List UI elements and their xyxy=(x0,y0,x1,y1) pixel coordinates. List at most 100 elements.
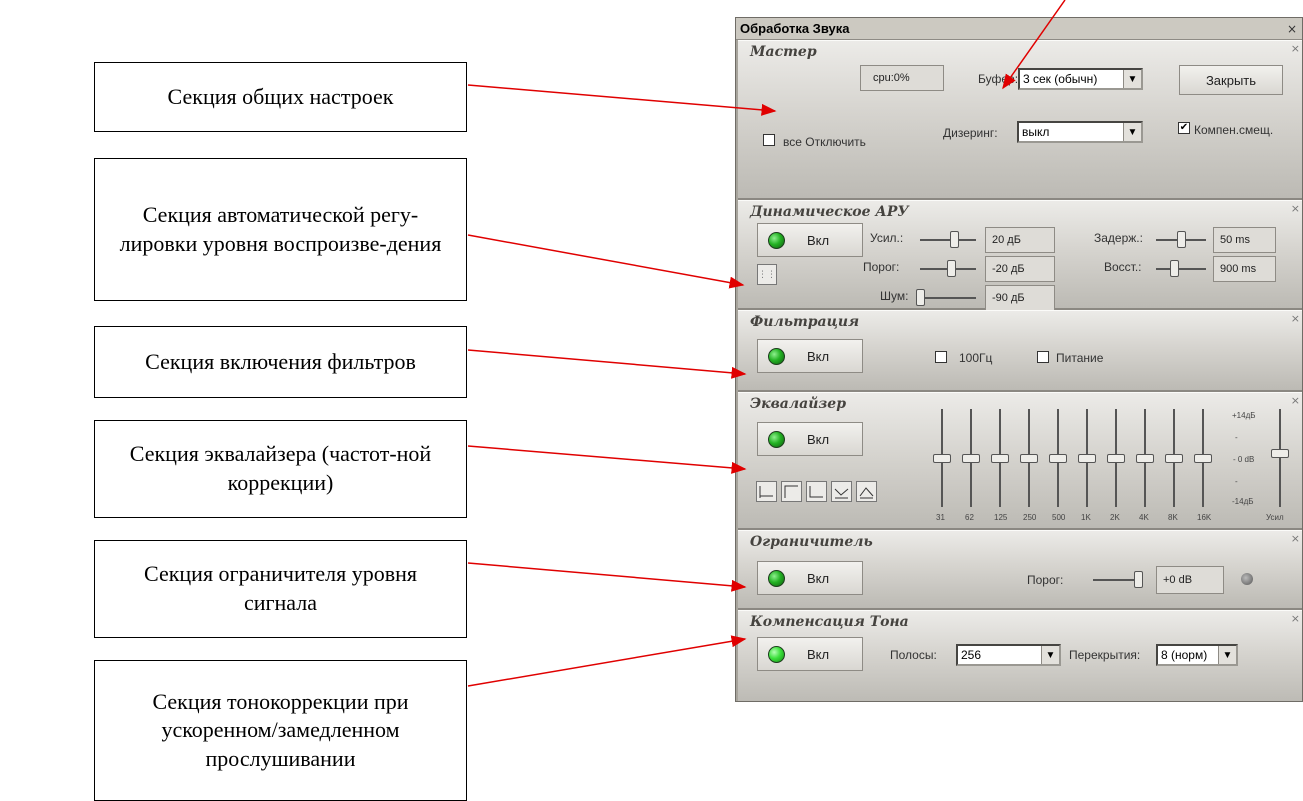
agc-gain-value: 20 дБ xyxy=(985,227,1055,253)
chevron-down-icon[interactable]: ▼ xyxy=(1123,70,1141,88)
agc-recovery-label: Восст.: xyxy=(1104,260,1142,274)
tone-bands-select[interactable]: 256 ▼ xyxy=(956,644,1061,666)
master-section-close-icon[interactable]: × xyxy=(1291,42,1300,55)
arrow-general xyxy=(467,84,777,116)
section-equalizer: Эквалайзер × Вкл 31 62 125 250 500 1K 2K 4K 8K 16… xyxy=(738,392,1302,530)
eq-preset-flat-icon[interactable] xyxy=(756,481,777,502)
filters-on-button[interactable]: Вкл xyxy=(757,339,863,373)
filter-100hz-checkbox[interactable] xyxy=(935,351,947,363)
filter-100hz-label: 100Гц xyxy=(959,351,993,365)
eq-preset-low-icon[interactable] xyxy=(806,481,827,502)
close-button[interactable]: Закрыть xyxy=(1179,65,1283,95)
eq-gain-slider[interactable] xyxy=(1271,449,1289,459)
annotation-general-settings-text: Секция общих настроек xyxy=(167,83,394,109)
annotation-equalizer: Секция эквалайзера (частот-ной коррекции… xyxy=(94,420,467,518)
eq-scale-top: +14дБ xyxy=(1232,411,1256,420)
eq-band-slider-31[interactable] xyxy=(933,454,951,463)
eq-band-label: 500 xyxy=(1052,513,1066,522)
cpu-indicator-text: cpu:0% xyxy=(873,72,910,84)
annotation-filters: Секция включения фильтров xyxy=(94,326,467,398)
eq-band-slider-500[interactable] xyxy=(1049,454,1067,463)
tone-section-close-icon[interactable]: × xyxy=(1291,612,1300,625)
agc-recovery-slider[interactable] xyxy=(1169,260,1179,277)
eq-band-slider-16K[interactable] xyxy=(1194,454,1212,463)
tone-bands-label: Полосы: xyxy=(890,648,937,662)
chevron-down-icon[interactable]: ▼ xyxy=(1218,646,1236,664)
chevron-down-icon[interactable]: ▼ xyxy=(1123,123,1141,141)
disable-all-label: все Отключить xyxy=(783,135,866,149)
dc-comp-checkbox[interactable]: ✔ xyxy=(1178,122,1190,134)
window-close-icon[interactable]: × xyxy=(1286,22,1298,36)
eq-band-slider-8K[interactable] xyxy=(1165,454,1183,463)
limiter-on-button[interactable]: Вкл xyxy=(757,561,863,595)
limiter-section-close-icon[interactable]: × xyxy=(1291,532,1300,545)
buffer-select[interactable]: 3 сек (обычн) ▼ xyxy=(1018,68,1143,90)
eq-band-slider-4K[interactable] xyxy=(1136,454,1154,463)
tone-on-label: Вкл xyxy=(807,646,830,662)
eq-band-label: 125 xyxy=(994,513,1008,522)
eq-preset-bass-icon[interactable] xyxy=(781,481,802,502)
section-limiter: Ограничитель × Вкл Порог: +0 dB xyxy=(738,530,1302,610)
limiter-title: Ограничитель xyxy=(750,534,873,550)
tone-on-button[interactable]: Вкл xyxy=(757,637,863,671)
dc-comp-label: Компен.смещ. xyxy=(1194,123,1274,137)
arrow-equalizer xyxy=(467,445,747,474)
agc-gain-slider[interactable] xyxy=(949,231,959,248)
eq-band-label: 62 xyxy=(965,513,974,522)
agc-noise-label: Шум: xyxy=(880,289,909,303)
arrow-filters xyxy=(467,349,747,379)
filters-section-close-icon[interactable]: × xyxy=(1291,312,1300,325)
tone-overlap-value: 8 (норм) xyxy=(1161,648,1208,662)
filters-title: Фильтрация xyxy=(750,314,860,330)
agc-settings-icon[interactable]: ⋮⋮ xyxy=(757,264,777,285)
annotation-tone-compensation-text: Секция тонокоррекции при ускоренном/заме… xyxy=(152,688,409,771)
eq-band-slider-2K[interactable] xyxy=(1107,454,1125,463)
annotation-limiter: Секция ограничителя уровня сигнала xyxy=(94,540,467,638)
eq-band-label: 250 xyxy=(1023,513,1037,522)
eq-section-close-icon[interactable]: × xyxy=(1291,394,1300,407)
agc-threshold-slider[interactable] xyxy=(946,260,956,277)
eq-band-label: 2K xyxy=(1110,513,1120,522)
agc-delay-slider[interactable] xyxy=(1177,231,1186,248)
agc-delay-value: 50 ms xyxy=(1213,227,1276,253)
agc-recovery-value-text: 900 ms xyxy=(1220,263,1257,275)
limiter-reset-icon[interactable] xyxy=(1241,573,1253,585)
disable-all-checkbox[interactable] xyxy=(763,134,775,146)
agc-delay-value-text: 50 ms xyxy=(1220,234,1250,246)
chevron-down-icon[interactable]: ▼ xyxy=(1041,646,1059,664)
agc-gain-value-text: 20 дБ xyxy=(992,234,1021,246)
agc-on-button[interactable]: Вкл xyxy=(757,223,863,257)
agc-section-close-icon[interactable]: × xyxy=(1291,202,1300,215)
dither-select-value: выкл xyxy=(1022,125,1050,139)
eq-band-slider-1K[interactable] xyxy=(1078,454,1096,463)
agc-on-label: Вкл xyxy=(807,232,830,248)
agc-threshold-value: -20 дБ xyxy=(985,256,1055,282)
agc-noise-slider[interactable] xyxy=(916,289,925,306)
annotation-equalizer-text: Секция эквалайзера (частот-ной коррекции… xyxy=(129,441,432,495)
eq-band-label: 1K xyxy=(1081,513,1091,522)
section-agc: Динамическое АРУ × Вкл ⋮⋮ Усил.: 20 дБ П… xyxy=(738,200,1302,311)
annotation-limiter-text: Секция ограничителя уровня сигнала xyxy=(144,561,417,615)
eq-preset-v-icon[interactable] xyxy=(831,481,852,502)
eq-led-icon xyxy=(768,430,785,448)
tone-bands-value: 256 xyxy=(961,648,982,662)
limiter-threshold-slider[interactable] xyxy=(1134,571,1143,588)
dither-select[interactable]: выкл ▼ xyxy=(1017,121,1143,143)
section-filters: Фильтрация × Вкл 100Гц Питание xyxy=(738,310,1302,392)
eq-band-slider-62[interactable] xyxy=(962,454,980,463)
agc-threshold-value-text: -20 дБ xyxy=(992,263,1025,275)
annotation-filters-text: Секция включения фильтров xyxy=(145,348,416,374)
tone-overlap-select[interactable]: 8 (норм) ▼ xyxy=(1156,644,1238,666)
cpu-indicator: cpu:0% xyxy=(860,65,944,91)
agc-noise-value-text: -90 дБ xyxy=(992,292,1025,304)
eq-on-button[interactable]: Вкл xyxy=(757,422,863,456)
filter-power-checkbox[interactable] xyxy=(1037,351,1049,363)
eq-preset-hump-icon[interactable] xyxy=(856,481,877,502)
eq-band-slider-125[interactable] xyxy=(991,454,1009,463)
annotation-agc: Секция автоматической регу-лировки уровн… xyxy=(94,158,467,301)
limiter-threshold-value: +0 dB xyxy=(1156,566,1224,594)
eq-band-label: 4K xyxy=(1139,513,1149,522)
arrow-limiter xyxy=(467,562,747,592)
eq-band-slider-250[interactable] xyxy=(1020,454,1038,463)
sound-processing-window: Обработка Звука × Мастер × cpu:0% Буфер:… xyxy=(735,17,1303,702)
